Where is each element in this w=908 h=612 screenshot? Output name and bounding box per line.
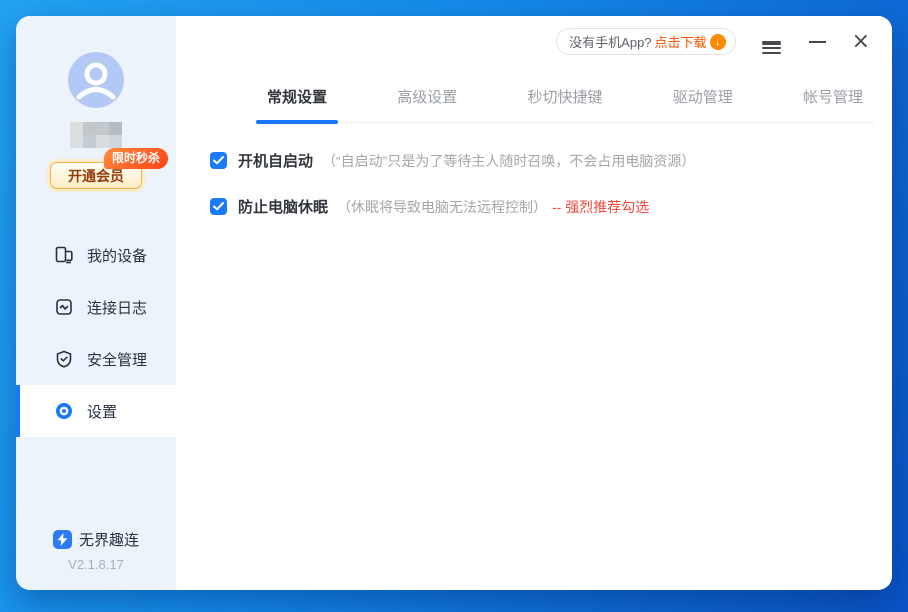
setting-note: （休眠将导致电脑无法远程控制）	[337, 197, 547, 217]
log-icon	[54, 297, 74, 317]
title-bar: 没有手机App? 点击下载 ↓ ×	[556, 28, 874, 55]
settings-list: 开机自启动 （“自启动”只是为了等待主人随时召唤，不会占用电脑资源） 防止电脑休…	[210, 150, 872, 242]
sidebar: 限时秒杀 开通会员 我的设备	[16, 16, 176, 590]
sidebar-item-label: 我的设备	[87, 245, 147, 266]
tab-driver-management[interactable]: 驱动管理	[662, 76, 744, 122]
tab-general-settings[interactable]: 常规设置	[256, 76, 338, 122]
app-logo-icon	[53, 530, 72, 549]
user-icon	[68, 52, 124, 108]
sidebar-item-label: 设置	[87, 401, 117, 422]
menu-button[interactable]	[758, 34, 785, 49]
settings-tabs: 常规设置 高级设置 秒切快捷键 驱动管理 帐号管理	[256, 76, 874, 123]
autostart-checkbox[interactable]	[210, 152, 227, 169]
check-icon	[213, 202, 224, 211]
shield-icon	[54, 349, 74, 369]
download-app-button[interactable]: 没有手机App? 点击下载 ↓	[556, 28, 735, 55]
hamburger-icon	[762, 41, 781, 43]
tab-quick-switch-hotkeys[interactable]: 秒切快捷键	[516, 76, 613, 122]
setting-warning: -- 强烈推荐勾选	[552, 197, 649, 217]
sidebar-footer: 无界趣连 V2.1.8.17	[16, 529, 176, 590]
tab-account-management[interactable]: 帐号管理	[792, 76, 874, 122]
censored-username	[70, 122, 122, 148]
check-icon	[213, 156, 224, 165]
download-circle-icon: ↓	[710, 34, 726, 50]
tab-advanced-settings[interactable]: 高级设置	[386, 76, 468, 122]
sidebar-item-label: 安全管理	[87, 349, 147, 370]
setting-row-prevent-sleep: 防止电脑休眠 （休眠将导致电脑无法远程控制） -- 强烈推荐勾选	[210, 196, 872, 217]
setting-label: 防止电脑休眠	[238, 196, 328, 217]
close-button[interactable]: ×	[848, 29, 874, 55]
avatar[interactable]	[68, 52, 124, 108]
main-panel: 没有手机App? 点击下载 ↓ × 常规设置 高级设置 秒切快捷键 驱动管理 帐…	[176, 16, 892, 590]
devices-icon	[54, 245, 74, 265]
minimize-button[interactable]	[805, 37, 830, 47]
app-name: 无界趣连	[79, 529, 139, 550]
sidebar-item-settings[interactable]: 设置	[16, 385, 176, 437]
download-question: 没有手机App?	[569, 32, 651, 51]
sidebar-nav: 我的设备 连接日志 安全管理	[16, 229, 176, 437]
sidebar-item-label: 连接日志	[87, 297, 147, 318]
app-window: 限时秒杀 开通会员 我的设备	[16, 16, 892, 590]
app-version: V2.1.8.17	[16, 557, 176, 572]
setting-label: 开机自启动	[238, 150, 313, 171]
sidebar-item-security[interactable]: 安全管理	[16, 333, 176, 385]
setting-row-autostart: 开机自启动 （“自启动”只是为了等待主人随时召唤，不会占用电脑资源）	[210, 150, 872, 171]
sidebar-item-connection-log[interactable]: 连接日志	[16, 281, 176, 333]
settings-icon	[54, 401, 74, 421]
sidebar-item-my-devices[interactable]: 我的设备	[16, 229, 176, 281]
download-action: 点击下载	[655, 32, 707, 51]
minimize-icon	[809, 41, 826, 43]
setting-note: （“自启动”只是为了等待主人随时召唤，不会占用电脑资源）	[322, 151, 695, 171]
prevent-sleep-checkbox[interactable]	[210, 198, 227, 215]
flash-sale-badge: 限时秒杀	[104, 148, 168, 169]
